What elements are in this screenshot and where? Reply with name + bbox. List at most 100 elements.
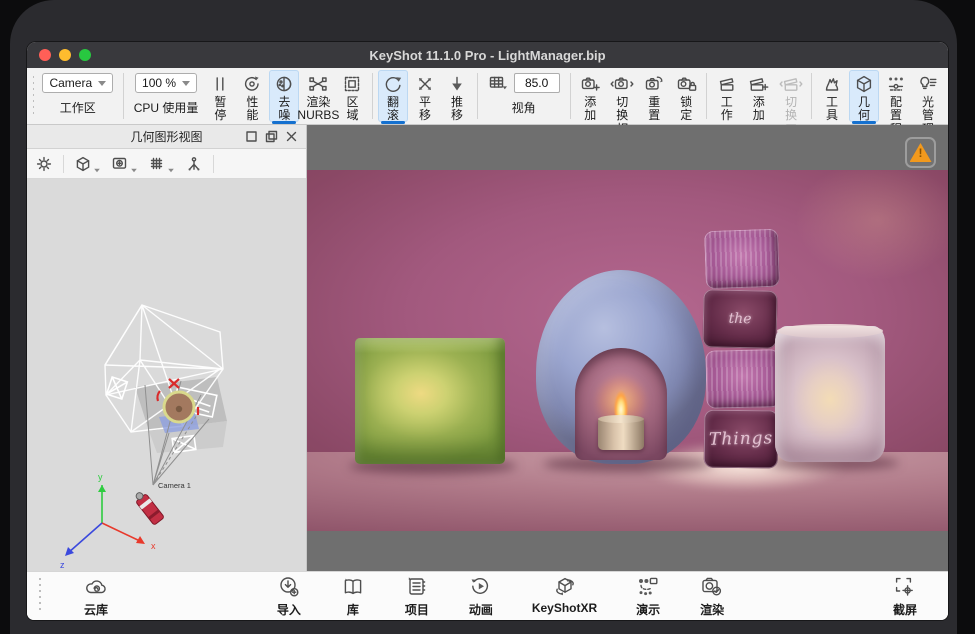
tools-icon xyxy=(822,74,842,94)
panel-scene-button[interactable] xyxy=(74,155,101,173)
project-button[interactable]: 项目 xyxy=(398,572,436,620)
cube-engraving: Things xyxy=(709,428,774,450)
toolbar-separator xyxy=(372,73,373,119)
cpu-usage-dropdown[interactable]: 100 % xyxy=(135,73,197,93)
bottom-toolbar: 云库 导入 库 项目 xyxy=(27,571,948,620)
render-nurbs-icon xyxy=(307,74,329,94)
geometry-canvas[interactable]: Camera 1 y x z xyxy=(27,179,306,571)
switch-studio-icon xyxy=(779,74,803,94)
float-panel-icon[interactable] xyxy=(265,130,278,143)
geometry-panel-header[interactable]: 几何图形视图 xyxy=(27,125,306,149)
render-icon xyxy=(699,574,725,600)
panel-camera-view-button[interactable] xyxy=(111,155,138,173)
toolbar-separator xyxy=(706,73,707,119)
toolbar-separator xyxy=(123,73,124,119)
pan-button[interactable]: 平 移 xyxy=(410,70,440,122)
cpu-group: 100 % CPU 使用量 xyxy=(128,68,205,124)
performance-button[interactable]: 性 能 xyxy=(237,70,267,122)
round-candle-holder xyxy=(536,270,706,464)
panel-move-grid-button[interactable] xyxy=(148,155,175,173)
render-nurbs-button[interactable]: 渲染 NURBS xyxy=(301,70,335,122)
chevron-down-icon xyxy=(131,168,137,172)
configurator-icon xyxy=(886,74,906,94)
screenshot-button[interactable]: 截屏 xyxy=(886,572,924,620)
main-area: 几何图形视图 xyxy=(27,125,948,571)
workspace-group: Camera 工作区 xyxy=(36,68,119,124)
realtime-viewport[interactable]: the Things xyxy=(307,125,948,571)
presentation-button[interactable]: 演示 xyxy=(629,572,667,620)
workspace-dropdown[interactable]: Camera xyxy=(42,73,113,93)
project-icon xyxy=(404,574,430,600)
keyshot-window: KeyShot 11.1.0 Pro - LightManager.bip Ca… xyxy=(27,42,948,620)
panel-window-controls xyxy=(245,130,306,143)
dolly-button[interactable]: 推 移 xyxy=(442,70,472,122)
render-image[interactable]: the Things xyxy=(307,170,948,531)
hierarchy-tripod-icon xyxy=(185,155,203,173)
fov-input[interactable] xyxy=(514,73,560,93)
geometry-button[interactable]: 几 何 xyxy=(849,70,879,122)
add-studio-icon xyxy=(748,74,769,94)
add-camera-button[interactable]: 添 加 xyxy=(575,70,605,122)
configurator-button[interactable]: 配置 程序 xyxy=(881,70,911,122)
glass-cube-second: the xyxy=(702,289,777,349)
studio-button[interactable]: 工 作 xyxy=(712,70,742,122)
cpu-usage-label: CPU 使用量 xyxy=(134,99,199,116)
close-window-button[interactable] xyxy=(39,49,51,61)
cloud-library-button[interactable]: 云库 xyxy=(77,572,115,620)
animation-button[interactable]: 动画 xyxy=(462,572,500,620)
switch-camera-button[interactable]: 切换 相机 xyxy=(607,70,637,122)
pause-button[interactable]: 暂 停 xyxy=(205,70,235,122)
tools-button[interactable]: 工 具 xyxy=(817,70,847,122)
import-button[interactable]: 导入 xyxy=(270,572,308,620)
panel-toolbar-separator xyxy=(213,155,214,173)
close-panel-icon[interactable] xyxy=(285,130,298,143)
panel-settings-button[interactable] xyxy=(35,155,53,173)
performance-icon xyxy=(242,74,262,94)
light-manager-button[interactable]: 光管 理器 xyxy=(913,70,943,122)
cube-engraving: the xyxy=(728,311,751,327)
chevron-down-icon xyxy=(98,81,106,86)
panel-toolbar-separator xyxy=(63,155,64,173)
scene-cube-icon xyxy=(74,155,92,173)
switch-studio-button[interactable]: 切换 工作室 xyxy=(776,70,807,122)
geometry-view-panel: 几何图形视图 xyxy=(27,125,307,571)
zoom-window-button[interactable] xyxy=(79,49,91,61)
fov-group: 视角 xyxy=(482,68,566,124)
import-icon xyxy=(276,574,302,600)
switch-camera-icon xyxy=(610,74,634,94)
minimize-window-button[interactable] xyxy=(59,49,71,61)
panel-hierarchy-button[interactable] xyxy=(185,155,203,173)
render-button[interactable]: 渲染 xyxy=(693,572,731,620)
pan-icon xyxy=(415,74,435,94)
denoise-button[interactable]: 去 噪 xyxy=(269,70,299,122)
reset-camera-button[interactable]: 重 置 xyxy=(639,70,669,122)
workspace-label: 工作区 xyxy=(60,99,96,116)
glass-cube-stack: the Things xyxy=(703,230,781,470)
bottombar-drag-handle[interactable] xyxy=(37,578,43,614)
axis-y-label: y xyxy=(98,472,103,482)
library-button[interactable]: 库 xyxy=(334,572,372,620)
toolbar-drag-handle[interactable] xyxy=(31,76,34,116)
title-bar[interactable]: KeyShot 11.1.0 Pro - LightManager.bip xyxy=(27,42,948,68)
keyshotxr-button[interactable]: KeyShotXR xyxy=(526,572,603,620)
tumble-button[interactable]: 翻 滚 xyxy=(378,70,408,122)
window-title: KeyShot 11.1.0 Pro - LightManager.bip xyxy=(27,48,948,63)
traffic-lights xyxy=(39,49,91,61)
main-toolbar: Camera 工作区 100 % CPU 使用量 暂 停 性 能 xyxy=(27,68,948,125)
axis-x-label: x xyxy=(151,541,156,551)
multiview-grid-icon xyxy=(488,73,509,93)
lock-camera-button[interactable]: 锁 定 xyxy=(671,70,701,122)
add-studio-button[interactable]: 添 加 xyxy=(744,70,774,122)
chevron-down-icon xyxy=(168,168,174,172)
region-button[interactable]: 区 域 xyxy=(337,70,367,122)
light-manager-icon xyxy=(918,74,939,94)
workspace-value: Camera xyxy=(49,76,92,90)
reset-camera-icon xyxy=(644,74,665,94)
maximize-panel-icon[interactable] xyxy=(245,130,258,143)
move-grid-icon xyxy=(148,155,166,173)
warning-button[interactable] xyxy=(905,137,936,168)
camera-view-icon xyxy=(111,155,129,173)
lock-camera-icon xyxy=(676,74,697,94)
region-icon xyxy=(342,74,362,94)
pause-icon xyxy=(210,74,230,94)
